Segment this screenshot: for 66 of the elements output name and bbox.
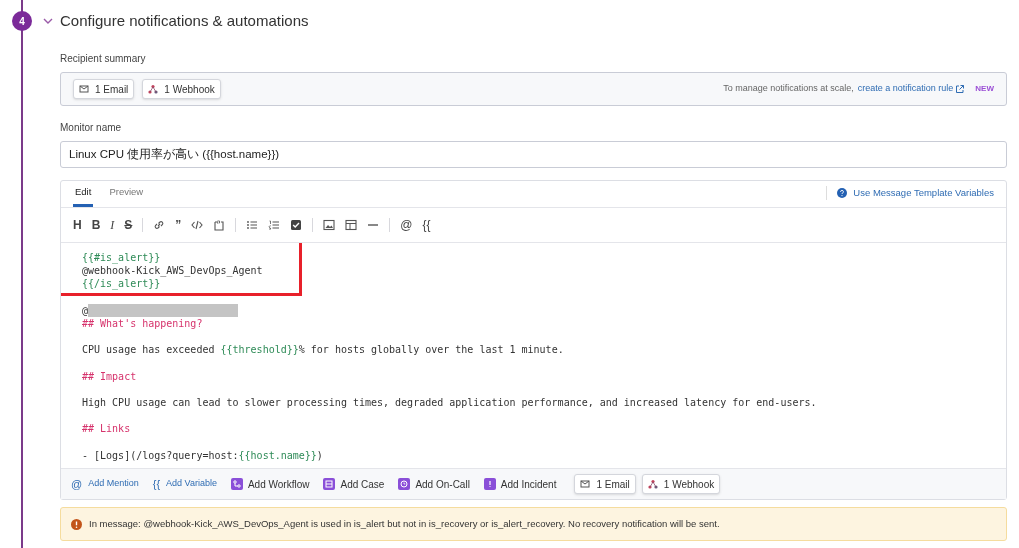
toolbar-button[interactable]: B bbox=[91, 219, 101, 231]
message-text: @ bbox=[82, 303, 89, 317]
toolbar-button[interactable]: H bbox=[73, 219, 82, 231]
markdown-heading: ## Links bbox=[82, 422, 131, 436]
webhook-chip[interactable]: 1 Webhook bbox=[142, 79, 221, 99]
field-label: Recipient summary bbox=[60, 52, 147, 66]
external-link-icon bbox=[955, 84, 966, 94]
action-label: Add Mention bbox=[88, 477, 139, 491]
email-chip[interactable]: 1 Email bbox=[73, 79, 135, 99]
envelope-icon bbox=[580, 479, 591, 489]
table-icon[interactable] bbox=[345, 219, 358, 231]
markdown-heading: ## Impact bbox=[82, 369, 137, 383]
section-title: Configure notifications & automations bbox=[60, 10, 309, 31]
field-label: Monitor name bbox=[60, 121, 123, 135]
envelope-icon bbox=[79, 84, 89, 94]
add-incident-button[interactable]: Add Incident bbox=[483, 476, 557, 492]
incident-icon bbox=[483, 478, 496, 490]
message-text: CPU usage has exceeded bbox=[82, 343, 216, 357]
checkbox-icon[interactable] bbox=[290, 219, 303, 231]
hint-text: To manage notifications at scale, bbox=[723, 82, 854, 96]
at-sign: @ bbox=[71, 476, 83, 492]
workflow-icon bbox=[230, 478, 243, 490]
webhook-icon bbox=[647, 479, 658, 489]
case-icon bbox=[323, 478, 336, 490]
action-label: Add Variable bbox=[166, 477, 217, 491]
template-variables-link[interactable]: Use Message Template Variables bbox=[826, 185, 994, 200]
add-oncall-button[interactable]: Add On-Call bbox=[398, 476, 470, 492]
message-text: - [Logs](/logs?query=host: bbox=[82, 448, 239, 462]
template-variable: {{/is_alert}} bbox=[82, 277, 161, 291]
notification-rule-link[interactable]: create a notification rule bbox=[857, 82, 966, 96]
editor-tab[interactable]: Preview bbox=[107, 180, 146, 207]
toolbar-button[interactable]: ” bbox=[175, 219, 182, 231]
toolbar-button[interactable]: {{ bbox=[422, 219, 431, 231]
step-number: 4 bbox=[12, 11, 32, 31]
add-mention-button[interactable]: @ Add Mention bbox=[71, 475, 139, 493]
warning-text: In message: @webhook-Kick_AWS_DevOps_Agent is used in is_alert but not in is_recovery or is_alert_recovery. No recovery notification will be sent. bbox=[89, 516, 720, 531]
warning-icon bbox=[71, 518, 82, 530]
on-call-icon bbox=[398, 478, 411, 490]
bullet-list-icon[interactable] bbox=[246, 219, 259, 231]
new-label: NEW bbox=[975, 83, 994, 95]
webhook-chip[interactable]: 1 Webhook bbox=[641, 474, 721, 494]
code-icon[interactable] bbox=[191, 219, 204, 231]
toolbar-button[interactable]: I bbox=[110, 219, 115, 231]
toolbar-button[interactable]: S bbox=[124, 219, 133, 231]
markdown-heading: ## What's happening? bbox=[82, 316, 203, 331]
link-icon[interactable] bbox=[153, 219, 166, 231]
braces-sign: {{ bbox=[152, 476, 161, 492]
add-variable-button[interactable]: {{ Add Variable bbox=[152, 475, 217, 493]
message-text: % for hosts globally over the last 1 minute. bbox=[298, 343, 564, 357]
template-variable: {{host.name}} bbox=[238, 448, 317, 462]
editor-tab[interactable]: Edit bbox=[73, 180, 94, 207]
webhook-icon bbox=[148, 84, 159, 94]
message-text: High CPU usage can lead to slower processing times, degraded application performance, and increased latency for end-users. bbox=[82, 396, 817, 410]
email-chip[interactable]: 1 Email bbox=[574, 474, 636, 494]
code-block-icon[interactable] bbox=[213, 219, 226, 231]
help-icon bbox=[837, 187, 848, 198]
toolbar-button[interactable]: @ bbox=[400, 219, 413, 231]
monitor-name-field[interactable]: Linux CPU 使用率が高い ({{host.name}}) bbox=[60, 141, 1007, 168]
message-text: @webhook-Kick_AWS_DevOps_Agent bbox=[82, 264, 263, 278]
template-variable: {{threshold}} bbox=[220, 343, 299, 357]
add-case-button[interactable]: Add Case bbox=[323, 476, 385, 492]
add-workflow-button[interactable]: Add Workflow bbox=[230, 476, 310, 492]
message-text: ) bbox=[316, 448, 323, 462]
numbered-list-icon[interactable] bbox=[268, 219, 281, 231]
image-icon[interactable] bbox=[323, 219, 336, 231]
template-variable: {{#is_alert}} bbox=[82, 251, 161, 265]
